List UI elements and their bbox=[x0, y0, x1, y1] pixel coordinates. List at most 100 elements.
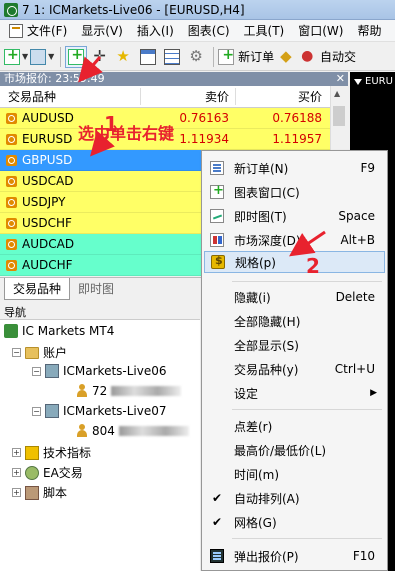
menu-file[interactable]: 文件(F) bbox=[2, 22, 74, 39]
symbol-icon bbox=[6, 154, 17, 166]
crosshair-button[interactable] bbox=[89, 46, 111, 68]
strategy-tester-button[interactable] bbox=[185, 46, 207, 68]
depth-icon bbox=[210, 233, 224, 247]
menu-help[interactable]: 帮助 bbox=[350, 22, 388, 39]
tree-account-live07[interactable]: − ICMarkets-Live07 bbox=[32, 404, 167, 418]
close-icon[interactable]: ✕ bbox=[336, 72, 345, 86]
menu-view[interactable]: 显示(V) bbox=[74, 22, 130, 39]
window-title-bar: 7 1: ICMarkets-Live06 - [EURUSD,H4] bbox=[0, 0, 395, 20]
chevron-down-icon: ▼ bbox=[22, 52, 29, 61]
expand-icon[interactable]: + bbox=[12, 488, 21, 497]
chevron-down-icon bbox=[354, 78, 362, 85]
market-watch-button[interactable] bbox=[65, 45, 88, 68]
symbol-icon bbox=[6, 196, 17, 208]
diamond-icon bbox=[279, 47, 295, 65]
tree-account-user-1[interactable]: 72 bbox=[76, 384, 182, 398]
metatrader-app-icon bbox=[4, 2, 18, 17]
tree-indicators[interactable]: + 技术指标 bbox=[12, 444, 91, 461]
market-watch-icon bbox=[68, 47, 85, 65]
autotrading-icon bbox=[300, 48, 316, 65]
submenu-arrow-icon: ▶ bbox=[370, 388, 377, 398]
column-ask[interactable]: 买价 bbox=[235, 88, 330, 105]
expand-icon[interactable]: + bbox=[12, 448, 21, 457]
crosshair-icon bbox=[92, 47, 108, 65]
user-icon bbox=[76, 424, 88, 438]
tree-scripts[interactable]: + 脚本 bbox=[12, 484, 67, 501]
menu-item-sets[interactable]: 设定 ▶ bbox=[204, 382, 385, 404]
menu-item-spread[interactable]: 点差(r) bbox=[204, 415, 385, 437]
scrollbar-thumb[interactable] bbox=[333, 106, 345, 126]
menu-separator bbox=[232, 281, 382, 282]
new-chart-button[interactable]: ▼ bbox=[4, 46, 28, 68]
menu-item-time[interactable]: 时间(m) bbox=[204, 463, 385, 485]
menu-item-popup-prices[interactable]: 弹出报价(P) F10 bbox=[204, 545, 385, 567]
menu-item-market-depth[interactable]: 市场深度(D) Alt+B bbox=[204, 229, 385, 251]
symbol-icon bbox=[6, 112, 17, 124]
collapse-icon[interactable]: − bbox=[12, 348, 21, 357]
column-symbol[interactable]: 交易品种 bbox=[0, 88, 140, 105]
server-icon bbox=[45, 364, 59, 378]
tab-tick-chart[interactable]: 即时图 bbox=[70, 278, 122, 299]
tree-account-live06[interactable]: − ICMarkets-Live06 bbox=[32, 364, 167, 378]
menu-item-symbols[interactable]: 交易品种(y) Ctrl+U bbox=[204, 358, 385, 380]
menu-item-show-all[interactable]: 全部显示(S) bbox=[204, 334, 385, 356]
indicator-icon bbox=[25, 445, 39, 460]
data-window-button[interactable] bbox=[137, 46, 159, 68]
menu-charts[interactable]: 图表(C) bbox=[181, 22, 237, 39]
star-icon bbox=[116, 47, 132, 65]
menu-item-hide[interactable]: 隐藏(i) Delete bbox=[204, 286, 385, 308]
menu-item-hide-all[interactable]: 全部隐藏(H) bbox=[204, 310, 385, 332]
new-order-icon bbox=[218, 47, 235, 65]
window-title: 7 1: ICMarkets-Live06 - [EURUSD,H4] bbox=[22, 2, 245, 17]
script-icon bbox=[25, 485, 39, 500]
popup-prices-icon bbox=[210, 549, 224, 563]
menu-bar: 文件(F) 显示(V) 插入(I) 图表(C) 工具(T) 窗口(W) 帮助 bbox=[0, 20, 395, 42]
mt4-icon bbox=[4, 324, 18, 338]
tree-root[interactable]: IC Markets MT4 bbox=[4, 324, 114, 338]
new-chart-icon bbox=[4, 47, 20, 65]
chart-window-icon bbox=[210, 183, 224, 199]
symbol-icon bbox=[6, 217, 17, 229]
menu-item-high-low[interactable]: 最高价/最低价(L) bbox=[204, 439, 385, 461]
user-icon bbox=[76, 384, 88, 398]
navigator-header: 导航 bbox=[0, 306, 200, 320]
menu-insert[interactable]: 插入(I) bbox=[130, 22, 181, 39]
expand-icon[interactable]: + bbox=[12, 468, 21, 477]
menu-window[interactable]: 窗口(W) bbox=[291, 22, 350, 39]
document-icon bbox=[9, 23, 23, 38]
annotation-step1-text: 选中单击右键 bbox=[78, 124, 175, 143]
collapse-icon[interactable]: − bbox=[32, 366, 41, 376]
tree-accounts[interactable]: − 账户 bbox=[12, 344, 67, 361]
column-bid[interactable]: 卖价 bbox=[140, 88, 235, 105]
new-order-button[interactable]: 新订单 bbox=[218, 46, 274, 68]
favorites-button[interactable] bbox=[113, 46, 135, 68]
accounts-icon bbox=[25, 346, 39, 359]
menu-item-tick-chart[interactable]: 即时图(T) Space bbox=[204, 205, 385, 227]
menu-item-auto-arrange[interactable]: ✔ 自动排列(A) bbox=[204, 487, 385, 509]
terminal-button[interactable] bbox=[161, 46, 183, 68]
collapse-icon[interactable]: − bbox=[32, 406, 41, 416]
chart-title: EURU bbox=[354, 76, 393, 87]
profiles-button[interactable]: ▼ bbox=[30, 46, 54, 68]
market-watch-column-header: 交易品种 卖价 买价 bbox=[0, 86, 330, 108]
menu-item-chart-window[interactable]: 图表窗口(C) bbox=[204, 181, 385, 203]
expert-advisor-icon bbox=[25, 465, 39, 480]
menu-item-grid[interactable]: ✔ 网格(G) bbox=[204, 511, 385, 533]
server-icon bbox=[45, 404, 59, 418]
specification-icon bbox=[211, 254, 225, 269]
tree-account-user-2[interactable]: 804 bbox=[76, 424, 189, 438]
menu-item-specification[interactable]: 规格(p) bbox=[204, 251, 385, 273]
metaeditor-button[interactable] bbox=[276, 46, 298, 68]
market-watch-header: 市场报价: 23:59:49 ✕ bbox=[0, 72, 348, 86]
menu-separator bbox=[232, 409, 382, 410]
scroll-up-icon[interactable]: ▲ bbox=[334, 89, 340, 98]
tab-symbols[interactable]: 交易品种 bbox=[4, 278, 71, 300]
symbol-icon bbox=[6, 175, 17, 187]
autotrading-button[interactable]: 自动交 bbox=[300, 46, 356, 68]
menu-tools[interactable]: 工具(T) bbox=[237, 22, 292, 39]
context-menu: 新订单(N) F9 图表窗口(C) 即时图(T) Space 市场深度(D) A… bbox=[201, 150, 388, 571]
tree-expert-advisors[interactable]: + EA交易 bbox=[12, 464, 83, 481]
toolbar-divider bbox=[213, 46, 215, 67]
annotation-step2-number: 2 bbox=[306, 254, 320, 278]
menu-item-new-order[interactable]: 新订单(N) F9 bbox=[204, 157, 385, 179]
